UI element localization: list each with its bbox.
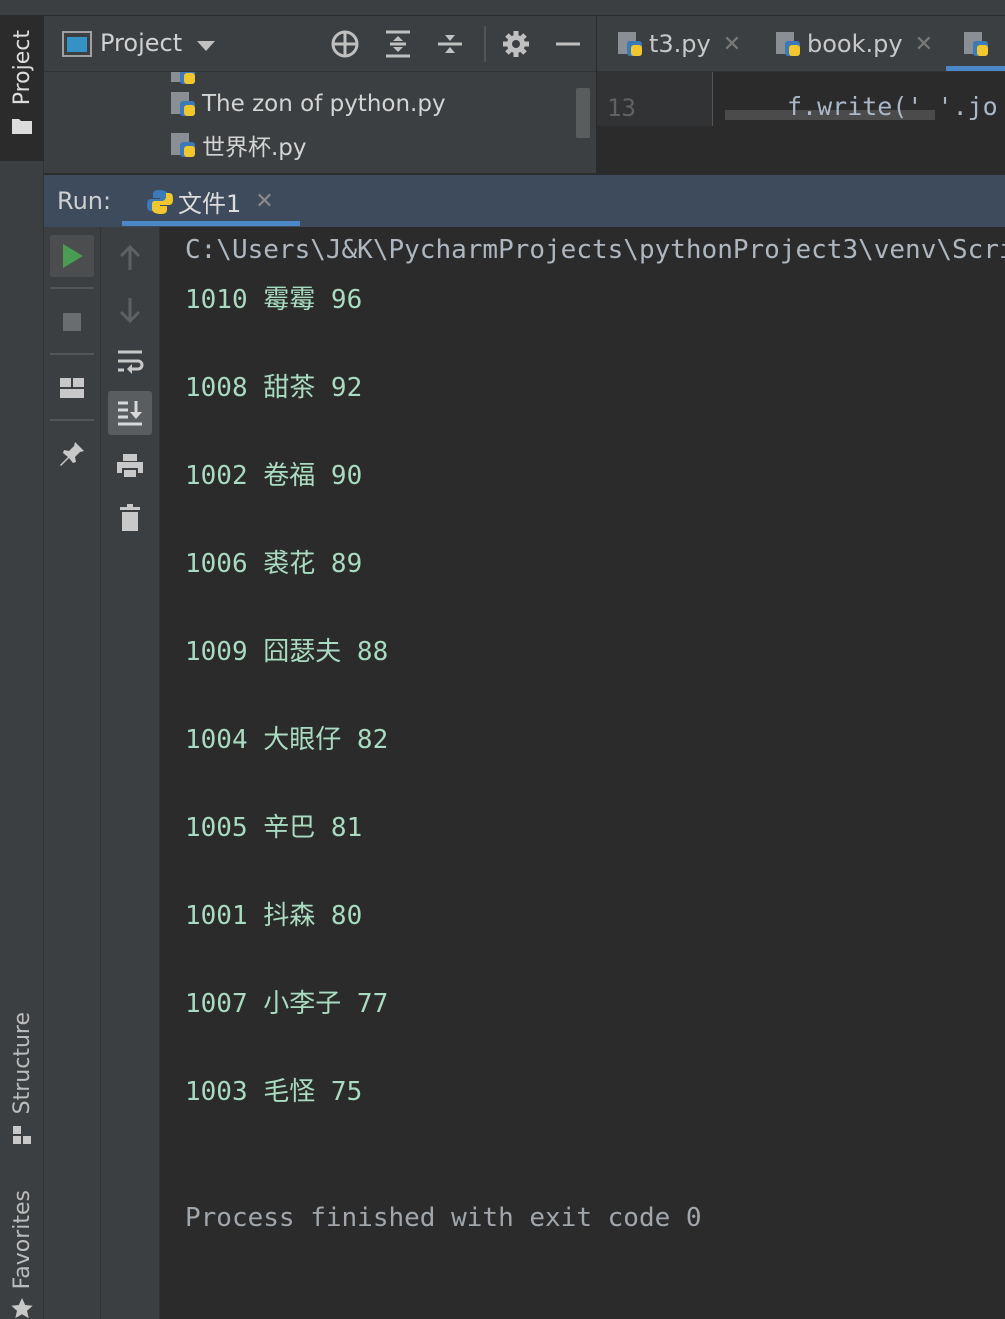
- folder-icon: [12, 119, 32, 135]
- project-panel-header: Project: [44, 16, 596, 72]
- run-panel-header: Run: 文件1 ✕: [44, 173, 1005, 227]
- run-tab-indicator: [122, 221, 300, 226]
- stop-icon: [63, 313, 81, 331]
- process-exit-message: Process finished with exit code 0: [185, 1203, 702, 1233]
- console-line: 1009 囧瑟夫 88: [185, 637, 389, 667]
- console-line: 1010 霉霉 96: [185, 285, 363, 315]
- structure-tool-tab-label: Structure: [9, 1011, 35, 1114]
- console-line: 1003 毛怪 75: [185, 1077, 363, 1107]
- print-icon: [117, 454, 143, 479]
- python-file-icon: [617, 31, 643, 57]
- run-label: Run:: [57, 187, 112, 215]
- tree-item-label: The zon of python.py: [202, 91, 446, 117]
- code-editor[interactable]: 13 f.write(' '.jo: [597, 72, 1005, 173]
- star-icon: [11, 1298, 33, 1319]
- structure-icon: [13, 1126, 31, 1144]
- console-line: 1008 甜茶 92: [185, 373, 363, 403]
- gear-icon[interactable]: [501, 29, 531, 59]
- close-icon[interactable]: ✕: [915, 32, 933, 57]
- title-bar: [0, 0, 1005, 16]
- run-tab-label: 文件1: [178, 189, 242, 218]
- console-line: 1001 抖森 80: [185, 901, 363, 931]
- soft-wrap-icon: [118, 350, 144, 374]
- layout-button[interactable]: [50, 367, 94, 409]
- stop-button[interactable]: [50, 301, 94, 343]
- scroll-to-end-icon: [118, 401, 142, 426]
- run-tab[interactable]: 文件1 ✕: [122, 175, 300, 227]
- tree-item-label: 世界杯.py: [202, 135, 307, 161]
- collapse-all-icon[interactable]: [436, 29, 464, 59]
- scroll-up-button[interactable]: [108, 237, 152, 279]
- trash-icon: [120, 504, 140, 531]
- toolbar-separator: [50, 419, 94, 421]
- down-arrow-icon: [119, 298, 141, 323]
- clear-button[interactable]: [108, 497, 152, 539]
- console-output[interactable]: C:\Users\J&K\PycharmProjects\pythonProje…: [160, 227, 1005, 1319]
- console-line: 1006 裘花 89: [185, 549, 363, 579]
- chevron-down-icon[interactable]: [197, 41, 215, 51]
- python-file-icon: [963, 31, 989, 57]
- editor-tab-t3[interactable]: t3.py ✕: [617, 16, 741, 72]
- editor-tab-active[interactable]: [963, 16, 995, 72]
- toolbar-separator: [50, 287, 94, 289]
- project-tool-tab-label: Project: [9, 30, 35, 106]
- locate-icon[interactable]: [330, 29, 360, 59]
- python-icon: [146, 188, 173, 214]
- close-icon[interactable]: ✕: [255, 189, 273, 214]
- run-toolbar-secondary: [101, 227, 160, 1319]
- print-button[interactable]: [108, 445, 152, 487]
- project-window-icon: [62, 31, 92, 57]
- python-file-icon: [170, 132, 196, 158]
- console-command-path: C:\Users\J&K\PycharmProjects\pythonProje…: [185, 235, 1005, 265]
- scroll-down-button[interactable]: [108, 289, 152, 331]
- python-file-icon: [170, 91, 196, 117]
- line-number: 13: [607, 94, 636, 122]
- up-arrow-icon: [119, 245, 141, 270]
- favorites-tool-tab[interactable]: Favorites: [0, 1176, 44, 1319]
- pin-icon: [60, 442, 84, 466]
- active-tab-indicator: [946, 66, 1005, 71]
- project-tool-tab[interactable]: Project: [0, 16, 44, 161]
- run-toolbar-primary: [44, 227, 101, 1319]
- run-icon: [63, 244, 83, 268]
- console-line: 1004 大眼仔 82: [185, 725, 389, 755]
- project-tree: The zon of python.py 世界杯.py: [44, 72, 596, 173]
- soft-wrap-button[interactable]: [108, 341, 152, 383]
- editor-tab-label: book.py: [807, 30, 903, 58]
- console-line: 1005 辛巴 81: [185, 813, 363, 843]
- expand-all-icon[interactable]: [384, 29, 412, 59]
- tree-item[interactable]: The zon of python.py: [170, 86, 446, 122]
- scroll-to-end-button[interactable]: [108, 391, 152, 435]
- project-panel-title[interactable]: Project: [100, 29, 182, 57]
- toolbar-separator: [50, 353, 94, 355]
- minimize-icon[interactable]: [555, 29, 581, 59]
- tree-item[interactable]: 世界杯.py: [170, 127, 307, 163]
- editor-tab-book[interactable]: book.py ✕: [775, 16, 933, 72]
- run-button[interactable]: [50, 235, 94, 277]
- editor-tab-bar: t3.py ✕ book.py ✕: [597, 16, 1005, 72]
- python-file-icon: [775, 31, 801, 57]
- pin-button[interactable]: [50, 433, 94, 475]
- code-line[interactable]: f.write(' '.jo: [787, 92, 998, 121]
- editor-gutter: 13: [597, 72, 713, 126]
- editor-tab-label: t3.py: [649, 30, 711, 58]
- console-line: 1002 卷福 90: [185, 461, 363, 491]
- layout-icon: [60, 378, 84, 398]
- close-icon[interactable]: ✕: [723, 32, 741, 57]
- favorites-tool-tab-label: Favorites: [9, 1189, 35, 1289]
- tree-scrollbar-thumb[interactable]: [576, 88, 590, 138]
- header-separator: [484, 26, 486, 62]
- python-file-icon: [170, 72, 196, 85]
- console-line: 1007 小李子 77: [185, 989, 389, 1019]
- structure-tool-tab[interactable]: Structure: [0, 1006, 44, 1146]
- tool-window-strip: Project Structure Favorites: [0, 16, 44, 1319]
